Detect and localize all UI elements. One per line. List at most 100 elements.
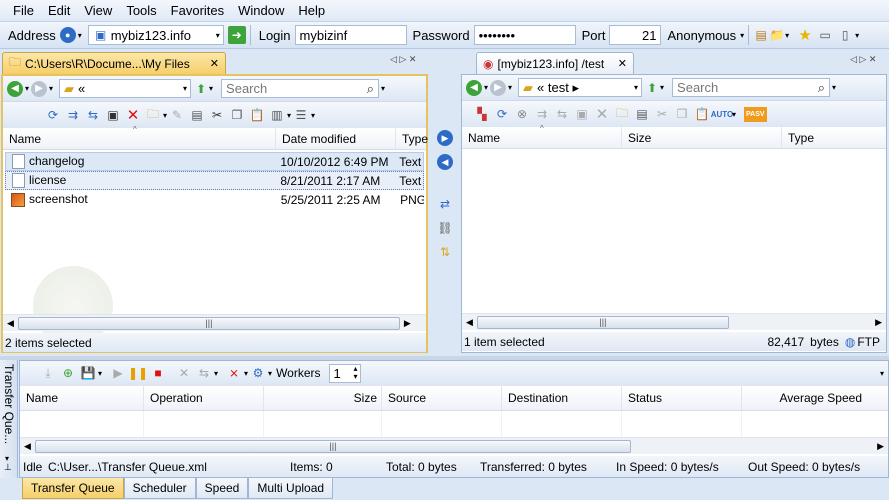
save-queue-icon[interactable]: 💾 xyxy=(78,363,98,383)
menu-window[interactable]: Window xyxy=(231,3,291,18)
scroll-right-icon[interactable]: ▶ xyxy=(871,317,886,328)
folder-icon[interactable]: 📁 xyxy=(769,27,785,43)
tab-multi-upload[interactable]: Multi Upload xyxy=(248,478,334,499)
link-icon[interactable]: ⛓ xyxy=(437,220,453,236)
add-icon[interactable]: ⊕ xyxy=(58,363,78,383)
column-name[interactable]: Name xyxy=(20,386,144,410)
stepper-arrows-icon[interactable]: ▴ ▾ xyxy=(354,365,358,381)
left-path-field[interactable]: ▰ « ▾ xyxy=(59,79,192,98)
queue-settings-icon[interactable]: ⚙ xyxy=(248,363,268,383)
forward-icon[interactable]: ▶ xyxy=(490,79,507,96)
refresh-icon[interactable]: ⟳ xyxy=(492,104,512,124)
view-icon[interactable]: ▣ xyxy=(103,105,123,125)
paste-icon[interactable]: 📋 xyxy=(247,105,267,125)
pause-icon[interactable]: ❚❚ xyxy=(128,363,148,383)
chevron-down-icon[interactable]: ▾ xyxy=(209,84,213,93)
tab-nav-arrows-icon[interactable]: ◁ ▷ ✕ xyxy=(850,54,876,65)
login-field[interactable]: mybizinf xyxy=(294,25,407,45)
menu-favorites[interactable]: Favorites xyxy=(164,3,231,18)
toolbar-options-icon[interactable]: ▾ xyxy=(381,84,385,93)
tab-transfer-queue[interactable]: Transfer Queue xyxy=(22,478,124,499)
search-icon[interactable]: ⌕ xyxy=(367,81,378,97)
right-path-field[interactable]: ▰ « test ▸ ▾ xyxy=(518,78,643,97)
anonymous-label[interactable]: Anonymous xyxy=(663,28,740,43)
download-arrow-icon[interactable]: ◀ xyxy=(437,154,453,170)
list-item[interactable]: changelog 10/10/2012 6:49 PM Text xyxy=(5,152,424,171)
copy-icon[interactable]: ❐ xyxy=(227,105,247,125)
chevron-down-icon[interactable]: ▾ xyxy=(49,84,53,93)
column-status[interactable]: Status xyxy=(622,386,742,410)
left-search-input[interactable]: Search ⌕ xyxy=(221,79,380,98)
pin-icon[interactable]: ⊥ xyxy=(4,462,12,473)
chevron-down-icon[interactable]: ▾ xyxy=(25,84,29,93)
scroll-right-icon[interactable]: ▶ xyxy=(400,318,415,329)
list-item[interactable]: screenshot 5/25/2011 2:25 AM PNG xyxy=(5,190,424,209)
connect-go-icon[interactable]: ➜ xyxy=(227,26,246,44)
scroll-thumb[interactable]: ||| xyxy=(17,316,400,330)
chevron-down-icon[interactable]: ▾ xyxy=(311,111,315,120)
menu-file[interactable]: File xyxy=(6,3,41,18)
toolbar-options-icon[interactable]: ▾ xyxy=(880,369,884,378)
chevron-down-icon[interactable]: ▾ xyxy=(78,31,82,40)
menu-edit[interactable]: Edit xyxy=(41,3,77,18)
left-horizontal-scrollbar[interactable]: ◀ ||| ▶ xyxy=(3,314,426,331)
column-type[interactable]: Type xyxy=(782,127,882,148)
move-icon[interactable]: ⇆ xyxy=(83,105,103,125)
tab-scheduler[interactable]: Scheduler xyxy=(123,478,196,499)
compare-folders-icon[interactable]: ⇄ xyxy=(437,196,453,212)
close-icon[interactable]: ✕ xyxy=(210,57,219,70)
left-panel-tab[interactable]: 🗀 C:\Users\R\Docume...\My Files ✕ xyxy=(2,52,226,74)
chevron-down-icon[interactable]: ▾ xyxy=(660,83,664,92)
new-folder-icon[interactable]: 🗀 xyxy=(143,105,163,125)
pasv-button[interactable]: PASV xyxy=(744,106,767,122)
layout-vertical-icon[interactable]: ▯ xyxy=(837,27,853,43)
properties-icon[interactable]: ▤ xyxy=(187,105,207,125)
site-manager-icon[interactable]: ▤ xyxy=(753,27,769,43)
chevron-down-icon[interactable]: ▾ xyxy=(484,83,488,92)
column-destination[interactable]: Destination xyxy=(502,386,622,410)
close-icon[interactable]: ✕ xyxy=(618,57,627,70)
sync-icon[interactable]: ⇅ xyxy=(437,244,453,260)
favorites-star-icon[interactable]: ★ xyxy=(797,27,813,44)
up-folder-icon[interactable]: ⬆ xyxy=(193,81,209,97)
column-size[interactable]: Size xyxy=(622,127,782,148)
filter-icon[interactable]: ▥ xyxy=(267,105,287,125)
forward-icon[interactable]: ▶ xyxy=(31,80,48,97)
chevron-down-icon[interactable]: ▾ xyxy=(785,31,789,40)
right-panel-tab[interactable]: ◉ [mybiz123.info] /test ✕ xyxy=(476,52,634,74)
column-size[interactable]: Size xyxy=(264,386,382,410)
chevron-down-icon[interactable]: ▾ xyxy=(508,83,512,92)
address-field[interactable]: ▣ mybiz123.info ▾ xyxy=(87,25,224,45)
column-operation[interactable]: Operation xyxy=(144,386,264,410)
chevron-down-icon[interactable]: ▾ xyxy=(268,369,272,378)
toolbar-options-icon[interactable]: ▾ xyxy=(832,83,836,92)
properties-icon[interactable]: ▤ xyxy=(632,104,652,124)
column-source[interactable]: Source xyxy=(382,386,502,410)
menu-help[interactable]: Help xyxy=(291,3,332,18)
workers-stepper[interactable]: 1 ▴ ▾ xyxy=(328,363,361,383)
scroll-left-icon[interactable]: ◀ xyxy=(3,318,18,329)
password-field[interactable]: •••••••• xyxy=(473,25,576,45)
delete-icon[interactable]: ✕ xyxy=(123,105,143,125)
scroll-thumb[interactable]: ||| xyxy=(476,315,729,329)
menu-view[interactable]: View xyxy=(77,3,119,18)
chevron-down-icon[interactable]: ▾ xyxy=(732,110,736,119)
back-icon[interactable]: ◀ xyxy=(7,80,23,97)
scroll-thumb[interactable]: ||| xyxy=(34,439,631,453)
back-icon[interactable]: ◀ xyxy=(466,79,482,96)
stop-icon[interactable]: ⊗ xyxy=(512,104,532,124)
up-folder-icon[interactable]: ⬆ xyxy=(644,80,660,96)
right-search-input[interactable]: Search ⌕ xyxy=(672,78,831,97)
chevron-down-icon[interactable]: ▾ xyxy=(634,83,641,92)
clear-queue-icon[interactable]: ⨯ xyxy=(224,363,244,383)
toolbar-options-icon[interactable]: ▾ xyxy=(855,31,859,40)
protocol-icon[interactable]: ● xyxy=(59,27,76,43)
scroll-right-icon[interactable]: ▶ xyxy=(873,441,888,452)
chevron-down-icon[interactable]: ▾ xyxy=(216,31,223,40)
upload-arrow-icon[interactable]: ▶ xyxy=(437,130,453,146)
refresh-icon[interactable]: ⟳ xyxy=(43,105,63,125)
menu-tools[interactable]: Tools xyxy=(119,3,163,18)
auto-mode-icon[interactable]: AUTO xyxy=(711,104,734,124)
layout-horizontal-icon[interactable]: ▭ xyxy=(817,27,833,43)
column-name[interactable]: Name xyxy=(3,128,276,149)
